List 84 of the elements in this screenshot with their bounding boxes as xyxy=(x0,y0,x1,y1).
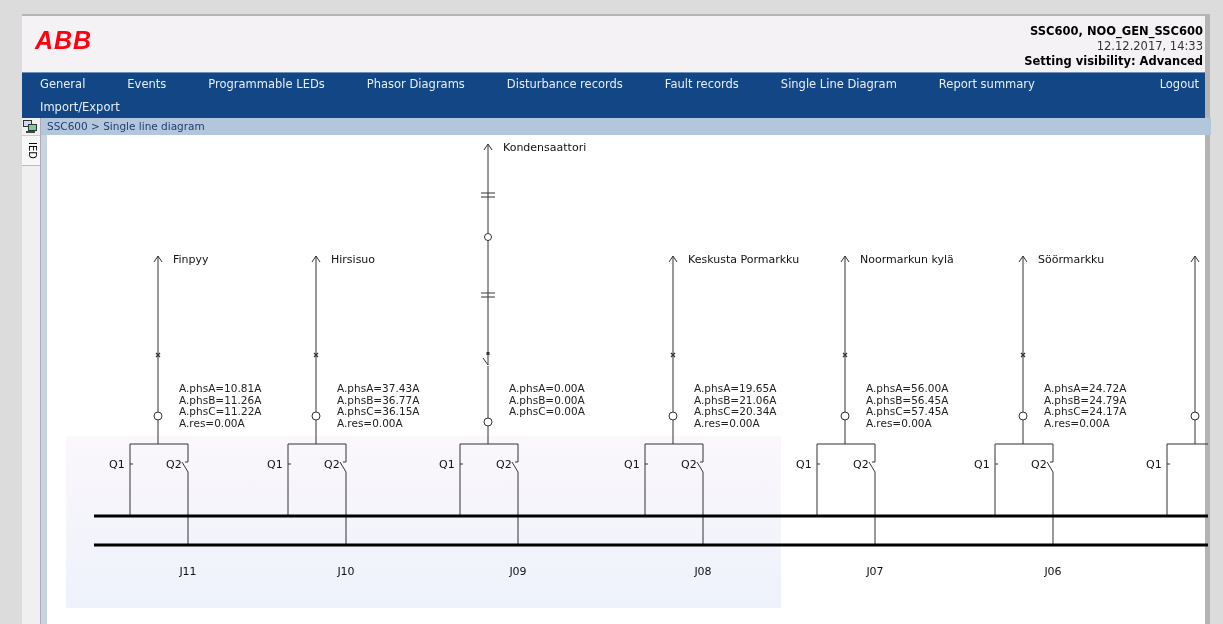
nav-link[interactable]: General xyxy=(40,76,86,93)
switch-symbol[interactable] xyxy=(868,443,876,546)
feeder-name: Keskusta Pormarkku xyxy=(688,253,800,266)
breaker-symbol[interactable] xyxy=(1020,352,1026,358)
breaker-symbol[interactable] xyxy=(313,352,319,358)
measurement-value: A.phsC=11.22A xyxy=(179,405,262,417)
switch-label: Q1 xyxy=(439,458,455,471)
nav-link[interactable]: Disturbance records xyxy=(506,76,623,93)
measurement-value: A.phsB=21.06A xyxy=(694,393,777,406)
measurement-value: A.phsC=57.45A xyxy=(866,405,949,417)
switch-symbol[interactable] xyxy=(1046,443,1054,546)
measurement-value: A.res=0.00A xyxy=(179,416,245,429)
measurement-value: A.phsA=56.00A xyxy=(866,382,949,394)
measurement-value: A.phsA=24.72A xyxy=(1044,382,1127,394)
switch-symbol[interactable] xyxy=(816,443,821,517)
measurement-value: A.phsB=11.26A xyxy=(179,393,262,406)
switch-symbol[interactable] xyxy=(511,443,519,546)
nav-link[interactable]: Programmable LEDs xyxy=(208,76,325,93)
measurement-value: A.phsC=20.34A xyxy=(694,405,777,417)
measurement-value: A.phsB=0.00A xyxy=(509,393,585,406)
measurement-value: A.phsC=24.17A xyxy=(1044,405,1127,417)
switch-symbol[interactable] xyxy=(339,443,347,546)
switch-symbol[interactable] xyxy=(994,443,999,517)
nav-link[interactable]: Import/Export xyxy=(40,99,120,116)
switch-label: Q1 xyxy=(267,458,283,471)
measurement-value: A.res=0.00A xyxy=(337,416,403,429)
nav-link[interactable]: Single Line Diagram xyxy=(780,76,897,93)
switch-symbol[interactable] xyxy=(287,443,292,517)
switch-symbol[interactable] xyxy=(459,443,464,517)
feeder-name: Kondensaattori xyxy=(503,141,587,154)
setting-visibility: Setting visibility: Advanced xyxy=(1024,54,1203,69)
switch-label: Q2 xyxy=(324,458,340,471)
measurement-value: A.res=0.00A xyxy=(694,416,760,429)
measurement-value: A.res=0.00A xyxy=(866,416,932,429)
measurement-value: A.phsC=0.00A xyxy=(509,405,585,417)
breaker-symbol[interactable] xyxy=(155,352,161,358)
measurement-value: A.res=0.00A xyxy=(1044,416,1110,429)
nav-link[interactable]: Logout xyxy=(1159,76,1199,93)
logo: ABB xyxy=(35,26,93,54)
switch-symbol[interactable] xyxy=(1166,443,1171,517)
switch-symbol[interactable] xyxy=(181,443,189,546)
switch-label: Q1 xyxy=(109,458,125,471)
switch-label: Q2 xyxy=(1031,458,1047,471)
switch-label: Q1 xyxy=(1146,458,1162,471)
switch-label: Q2 xyxy=(681,458,697,471)
nav-link[interactable]: Fault records xyxy=(664,76,739,93)
measurement-value: A.phsB=24.79A xyxy=(1044,393,1127,406)
breaker-symbol[interactable] xyxy=(670,352,676,358)
bay-label: J10 xyxy=(337,565,355,578)
bay-label: J06 xyxy=(1044,565,1062,578)
switch-symbol[interactable] xyxy=(129,443,134,517)
switch-label: Q1 xyxy=(796,458,812,471)
measurement-value: A.phsB=36.77A xyxy=(337,393,420,406)
breadcrumb: SSC600 > Single line diagram xyxy=(47,120,205,132)
bay-label: J08 xyxy=(694,565,712,578)
feeder-name: Finpyy xyxy=(173,253,209,266)
side-tab[interactable]: IED xyxy=(22,135,40,166)
nav-link[interactable]: Report summary xyxy=(938,76,1035,93)
switch-symbol[interactable] xyxy=(696,443,704,546)
bay-label: J11 xyxy=(179,565,197,578)
nav-link[interactable]: Phasor Diagrams xyxy=(366,76,465,93)
computer-icon[interactable] xyxy=(23,120,37,133)
switch-label: Q2 xyxy=(496,458,512,471)
bay-label: J09 xyxy=(509,565,527,578)
feeder-name: Söörmarkku xyxy=(1038,253,1105,266)
switch-symbol[interactable] xyxy=(644,443,649,517)
measurement-value: A.phsA=19.65A xyxy=(694,382,777,394)
bay-label: J07 xyxy=(866,565,884,578)
switch-label: Q1 xyxy=(624,458,640,471)
breaker-symbol[interactable] xyxy=(482,352,490,366)
measurement-value: A.phsA=0.00A xyxy=(509,382,585,394)
measurement-value: A.phsB=56.45A xyxy=(866,393,949,406)
breaker-symbol[interactable] xyxy=(842,352,848,358)
device-name: SSC600, NOO_GEN_SSC600 xyxy=(1029,24,1203,39)
feeder-name: Hirsisuo xyxy=(331,253,376,266)
measurement-value: A.phsC=36.15A xyxy=(337,405,420,417)
switch-label: Q1 xyxy=(974,458,990,471)
measurement-value: A.phsA=10.81A xyxy=(179,382,262,394)
nav-link[interactable]: Events xyxy=(127,76,167,93)
feeder-name: Noormarkun kylä xyxy=(860,253,954,266)
date-time: 12.12.2017, 14:33 xyxy=(1095,39,1203,54)
switch-label: Q2 xyxy=(853,458,869,471)
measurement-value: A.phsA=37.43A xyxy=(337,382,420,394)
switch-label: Q2 xyxy=(166,458,182,471)
